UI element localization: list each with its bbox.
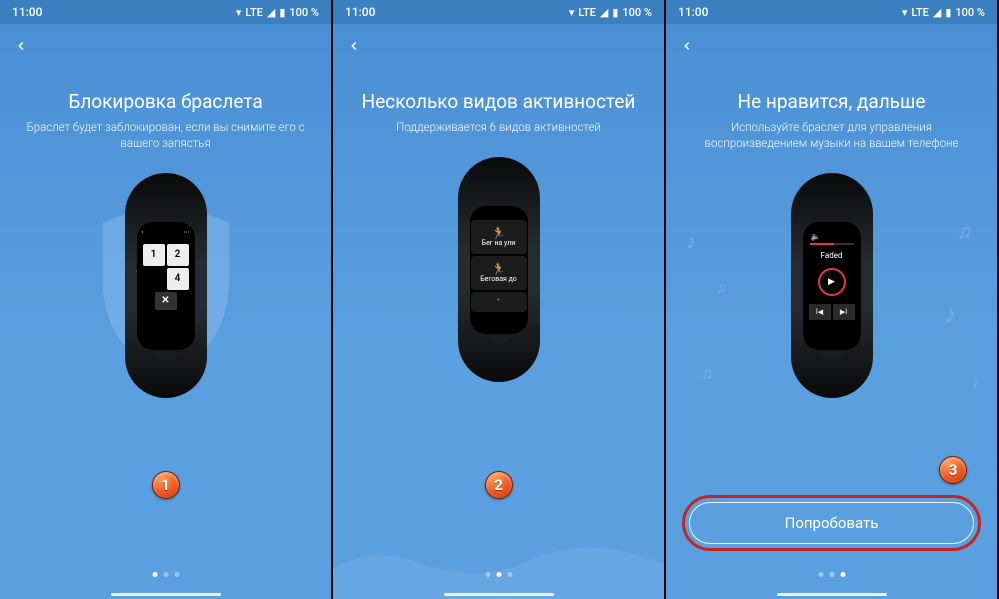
track-name: Faded [821, 251, 843, 260]
dot [174, 572, 179, 577]
activity-item: 🏃 Бег на ули [471, 220, 527, 254]
keypad-1: 1 [143, 244, 165, 266]
fitness-band: 🏃 Бег на ули 🏃 Беговая до • [458, 157, 540, 382]
note-icon: ♪ [944, 299, 957, 330]
back-button[interactable] [347, 38, 367, 58]
band-home-button [821, 352, 843, 360]
signal-icon: ◢ [600, 6, 608, 19]
note-icon: ♫ [716, 279, 727, 296]
play-button-icon: ▶ [818, 268, 846, 296]
activity-item: 🏃 Беговая до [471, 256, 527, 290]
next-track-icon: ▶I [833, 304, 855, 320]
page-indicator [818, 572, 845, 577]
progress-bar [810, 243, 854, 245]
band-illustration: ‹ ⋯ 1 2 4 ✕ [116, 173, 216, 398]
status-bar: 11:00 ▾ LTE ◢ ▮ 100 % [0, 0, 331, 24]
keypad-delete: ✕ [155, 292, 177, 310]
network-label: LTE [578, 6, 596, 19]
activity-item: • [471, 292, 527, 312]
battery-icon: ▮ [612, 6, 618, 19]
hills-decoration [333, 529, 664, 599]
lock-back-icon: ‹ [142, 229, 144, 236]
dot [152, 572, 157, 577]
clock: 11:00 [12, 5, 42, 19]
wifi-icon: ▾ [236, 6, 242, 19]
dot [507, 572, 512, 577]
dot [485, 572, 490, 577]
nav-handle [777, 593, 887, 596]
dot [818, 572, 823, 577]
page-title: Несколько видов активностей [346, 90, 652, 113]
page-title: Блокировка браслета [52, 90, 278, 113]
prev-track-icon: I◀ [809, 304, 831, 320]
status-right: ▾ LTE ◢ ▮ 100 % [902, 6, 985, 19]
band-illustration: 🔈 Faded ▶ I◀ ▶I [782, 173, 882, 398]
keypad-4: 4 [167, 268, 189, 290]
page-subtitle: Браслет будет заблокирован, если вы сним… [0, 119, 331, 151]
wifi-icon: ▾ [569, 6, 575, 19]
signal-icon: ◢ [267, 6, 275, 19]
step-badge-2: 2 [485, 471, 513, 499]
page-indicator [152, 572, 179, 577]
battery-icon: ▮ [279, 6, 285, 19]
lock-dots: ⋯ [184, 229, 190, 236]
network-label: LTE [245, 6, 263, 19]
step-badge-3: 3 [939, 456, 967, 484]
back-button[interactable] [14, 38, 34, 58]
step-badge-1: 1 [152, 471, 180, 499]
battery-pct: 100 % [622, 6, 652, 19]
page-subtitle: Используйте браслет для управления воспр… [666, 119, 997, 151]
phone-screen-1: 11:00 ▾ LTE ◢ ▮ 100 % Блокировка браслет… [0, 0, 333, 599]
fitness-band: 🔈 Faded ▶ I◀ ▶I [791, 173, 873, 398]
dot [829, 572, 834, 577]
activity-label: Беговая до [480, 275, 517, 283]
cta-highlight: Попробовать [682, 495, 981, 551]
phone-screen-3: 11:00 ▾ LTE ◢ ▮ 100 % ♪ ♫ ♫ ♪ ♪ ♫ Не нра… [666, 0, 999, 599]
onboarding-screen: ♪ ♫ ♫ ♪ ♪ ♫ Не нравится, дальше Использу… [666, 24, 997, 599]
band-home-button [488, 336, 510, 344]
nav-handle [444, 593, 554, 596]
note-icon: ♪ [686, 229, 696, 254]
activity-label: Бег на ули [482, 239, 516, 247]
back-button[interactable] [680, 38, 700, 58]
battery-icon: ▮ [945, 6, 951, 19]
band-screen-lock: ‹ ⋯ 1 2 4 ✕ [137, 222, 195, 350]
band-screen-activities: 🏃 Бег на ули 🏃 Беговая до • [470, 206, 528, 334]
volume-icon: 🔈 [811, 232, 821, 241]
fitness-band: ‹ ⋯ 1 2 4 ✕ [125, 173, 207, 398]
network-label: LTE [911, 6, 929, 19]
band-home-button [155, 352, 177, 360]
dot [496, 572, 501, 577]
signal-icon: ◢ [933, 6, 941, 19]
status-bar: 11:00 ▾ LTE ◢ ▮ 100 % [333, 0, 664, 24]
onboarding-screen: Несколько видов активностей Поддерживает… [333, 24, 664, 599]
status-bar: 11:00 ▾ LTE ◢ ▮ 100 % [666, 0, 997, 24]
phone-screen-2: 11:00 ▾ LTE ◢ ▮ 100 % Несколько видов ак… [333, 0, 666, 599]
note-icon: ♫ [701, 364, 713, 384]
activity-icon: • [497, 297, 500, 306]
note-icon: ♫ [957, 219, 972, 244]
try-button[interactable]: Попробовать [689, 502, 974, 544]
clock: 11:00 [345, 5, 375, 19]
keypad-gap [143, 268, 165, 290]
status-right: ▾ LTE ◢ ▮ 100 % [569, 6, 652, 19]
status-right: ▾ LTE ◢ ▮ 100 % [236, 6, 319, 19]
note-icon: ♪ [972, 374, 979, 391]
band-screen-music: 🔈 Faded ▶ I◀ ▶I [803, 222, 861, 350]
battery-pct: 100 % [955, 6, 985, 19]
clock: 11:00 [678, 5, 708, 19]
treadmill-icon: 🏃 [491, 263, 506, 275]
running-icon: 🏃 [491, 227, 506, 239]
page-indicator [485, 572, 512, 577]
onboarding-screen: Блокировка браслета Браслет будет заблок… [0, 24, 331, 599]
nav-handle [111, 593, 221, 596]
dot [840, 572, 845, 577]
band-illustration: 🏃 Бег на ули 🏃 Беговая до • [449, 157, 549, 382]
page-subtitle: Поддерживается 6 видов активностей [372, 119, 625, 135]
dot [163, 572, 168, 577]
wifi-icon: ▾ [902, 6, 908, 19]
battery-pct: 100 % [289, 6, 319, 19]
keypad-2: 2 [167, 244, 189, 266]
page-title: Не нравится, дальше [722, 90, 942, 113]
